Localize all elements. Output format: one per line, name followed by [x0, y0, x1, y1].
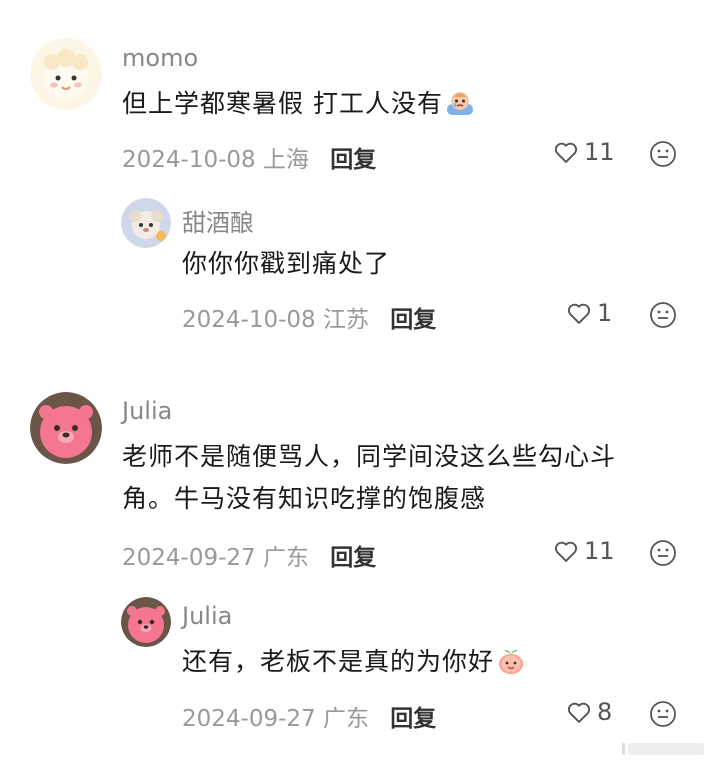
- avatar[interactable]: [30, 392, 102, 464]
- smiley-icon: [650, 141, 676, 167]
- comment-date: 2024-10-08: [122, 147, 256, 173]
- comment-meta: 2024-09-27 广东 回复: [182, 699, 436, 733]
- like-button[interactable]: 11: [552, 537, 615, 565]
- heart-icon: [567, 303, 591, 324]
- comment-text: 你你你戳到痛处了: [182, 249, 391, 278]
- comment-date: 2024-10-08: [182, 307, 316, 333]
- comment-location: 广东: [322, 706, 369, 732]
- emoji-react-button[interactable]: [649, 539, 677, 571]
- comment-meta: 2024-09-27 广东 回复: [122, 538, 376, 572]
- reply-button[interactable]: 回复: [390, 706, 436, 732]
- emoji-react-button[interactable]: [649, 700, 677, 732]
- comment-text: 还有，老板不是真的为你好: [182, 641, 526, 689]
- like-count: 11: [584, 537, 615, 565]
- username[interactable]: momo: [122, 44, 198, 72]
- like-count: 1: [597, 299, 613, 327]
- reply-button[interactable]: 回复: [390, 307, 436, 333]
- heart-icon: [554, 142, 578, 163]
- username[interactable]: 甜酒酿: [182, 203, 254, 238]
- comment-text: 但上学都寒暑假 打工人没有: [122, 83, 475, 131]
- comment-location: 上海: [262, 147, 309, 173]
- like-count: 8: [597, 698, 613, 726]
- heart-icon: [554, 541, 578, 562]
- avatar[interactable]: [30, 38, 102, 110]
- avatar[interactable]: [121, 198, 171, 248]
- reply-button[interactable]: 回复: [330, 545, 376, 571]
- comment-location: 广东: [262, 545, 309, 571]
- smiley-icon: [650, 302, 676, 328]
- emoji-react-button[interactable]: [649, 301, 677, 333]
- comment-location: 江苏: [322, 307, 369, 333]
- like-count: 11: [584, 138, 615, 166]
- comment-date: 2024-09-27: [182, 706, 316, 732]
- smiley-icon: [650, 701, 676, 727]
- comment-meta: 2024-10-08 江苏 回复: [182, 300, 436, 334]
- watermark-icon: [622, 740, 706, 762]
- avatar[interactable]: [121, 597, 171, 647]
- comment-date: 2024-09-27: [122, 545, 256, 571]
- crying-emoji-icon: [445, 88, 475, 131]
- comment-meta: 2024-10-08 上海 回复: [122, 140, 376, 174]
- username[interactable]: Julia: [182, 602, 232, 630]
- like-button[interactable]: 1: [565, 299, 612, 327]
- heart-icon: [567, 702, 591, 723]
- comment-text-body: 但上学都寒暑假 打工人没有: [122, 89, 443, 118]
- smiley-icon: [650, 540, 676, 566]
- peach-emoji-icon: [496, 646, 526, 689]
- comment-text: 老师不是随便骂人，同学间没这么些勾心斗 角。牛马没有知识吃撑的饱腹感: [122, 436, 616, 520]
- comment-text-body: 还有，老板不是真的为你好: [182, 647, 495, 676]
- like-button[interactable]: 8: [565, 698, 612, 726]
- reply-button[interactable]: 回复: [330, 147, 376, 173]
- comment-text-line: 角。牛马没有知识吃撑的饱腹感: [122, 484, 487, 513]
- comment-text-line: 老师不是随便骂人，同学间没这么些勾心斗: [122, 442, 617, 471]
- username[interactable]: Julia: [122, 397, 172, 425]
- like-button[interactable]: 11: [552, 138, 615, 166]
- emoji-react-button[interactable]: [649, 140, 677, 172]
